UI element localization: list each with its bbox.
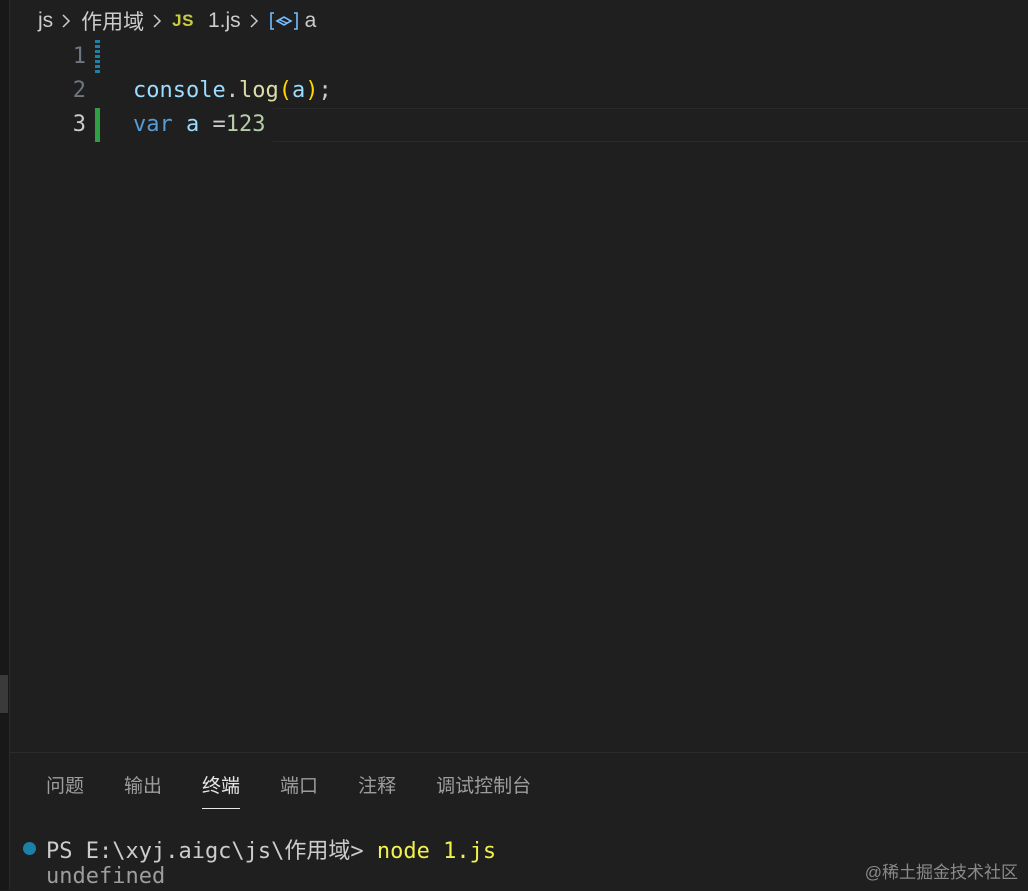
- token-dot: .: [225, 78, 239, 103]
- terminal-output: undefined: [46, 864, 166, 889]
- code-line[interactable]: 2 console.log(a);: [10, 74, 1028, 108]
- breadcrumb-label: a: [304, 9, 317, 32]
- activity-edge: [0, 0, 10, 890]
- breadcrumb-label: 作用域: [81, 11, 145, 34]
- breadcrumb-folder-js[interactable]: js: [38, 9, 53, 33]
- line-number: 1: [72, 44, 86, 69]
- terminal-command-line[interactable]: PS E:\xyj.aigc\js\作用域> node 1.js: [46, 833, 496, 865]
- breadcrumb-label: js: [38, 9, 54, 32]
- breadcrumb-symbol[interactable]: a: [269, 9, 317, 33]
- token-paren-open: (: [278, 78, 292, 103]
- breadcrumb-folder-scope[interactable]: 作用域: [81, 6, 144, 36]
- breadcrumb: js 作用域 JS 1.js a: [38, 6, 316, 36]
- breadcrumb-file[interactable]: JS 1.js: [172, 9, 240, 33]
- chevron-right-icon: [151, 14, 163, 28]
- bottom-panel: 问题 输出 终端 端口 注释 调试控制台 PS E:\xyj.aigc\js\作…: [10, 752, 1028, 891]
- token-argument: a: [291, 78, 306, 103]
- token-object: console: [133, 78, 226, 103]
- token-keyword: var: [133, 112, 173, 137]
- token-number: 123: [225, 112, 266, 137]
- panel-tab-bar: 问题 输出 终端 端口 注释 调试控制台: [46, 771, 571, 809]
- token-operator: =: [212, 112, 226, 137]
- command-status-dot-icon[interactable]: [23, 842, 36, 855]
- tab-problems[interactable]: 问题: [46, 771, 84, 809]
- terminal-command: node 1.js: [376, 839, 497, 864]
- tab-output[interactable]: 输出: [124, 771, 162, 809]
- scrollbar-thumb[interactable]: [0, 675, 8, 713]
- variable-icon: [269, 11, 299, 31]
- token-semicolon: ;: [318, 78, 332, 103]
- tab-comments[interactable]: 注释: [358, 771, 396, 809]
- terminal-prompt: PS E:\xyj.aigc\js\作用域>: [46, 839, 377, 864]
- line-number: 3: [72, 112, 86, 137]
- code-text: var a =123: [133, 108, 266, 142]
- code-editor[interactable]: 1 2 console.log(a); 3 var a =123: [10, 40, 1028, 750]
- token-method: log: [238, 78, 279, 103]
- watermark: @稀土掘金技术社区: [864, 863, 1018, 882]
- code-text: console.log(a);: [133, 74, 332, 108]
- tab-ports[interactable]: 端口: [280, 771, 318, 809]
- chevron-right-icon: [248, 14, 260, 28]
- modified-gutter-marker[interactable]: [95, 40, 100, 74]
- token-variable: a: [186, 112, 200, 137]
- added-gutter-marker[interactable]: [95, 108, 100, 142]
- breadcrumb-label: 1.js: [207, 9, 241, 32]
- javascript-file-icon: JS: [172, 11, 194, 30]
- tab-terminal[interactable]: 终端: [202, 771, 241, 809]
- line-number: 2: [72, 78, 86, 103]
- code-line[interactable]: 1: [10, 40, 1028, 74]
- code-line-current[interactable]: 3 var a =123: [10, 108, 1028, 142]
- chevron-right-icon: [60, 14, 72, 28]
- tab-debug-console[interactable]: 调试控制台: [436, 771, 531, 809]
- token-paren-close: ): [305, 78, 319, 103]
